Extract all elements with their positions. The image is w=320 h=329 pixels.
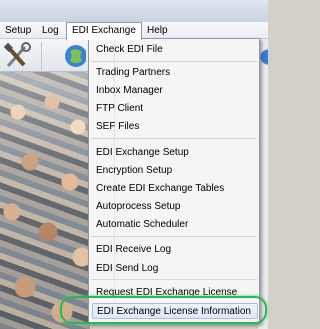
- window-top-border: [0, 0, 268, 22]
- menu-item-check-edi-file[interactable]: Check EDI File: [96, 42, 163, 58]
- menu-item-inbox-manager[interactable]: Inbox Manager: [96, 83, 163, 99]
- menu-item-ftp-client[interactable]: FTP Client: [96, 101, 143, 117]
- globe-icon: [65, 45, 87, 67]
- menu-item-request-edi-exchange-license[interactable]: Request EDI Exchange License: [96, 285, 237, 301]
- menu-separator: [91, 279, 257, 280]
- menu-separator: [91, 138, 257, 139]
- menu-help[interactable]: Help: [142, 22, 173, 39]
- menu-item-create-edi-exchange-tables[interactable]: Create EDI Exchange Tables: [96, 181, 224, 197]
- menu-edi-exchange[interactable]: EDI Exchange: [66, 22, 142, 40]
- menu-item-encryption-setup[interactable]: Encryption Setup: [96, 163, 172, 179]
- menu-item-automatic-scheduler[interactable]: Automatic Scheduler: [96, 217, 188, 233]
- menu-item-edi-send-log[interactable]: EDI Send Log: [96, 261, 158, 277]
- menu-item-edi-receive-log[interactable]: EDI Receive Log: [96, 242, 171, 258]
- menu-item-sef-files[interactable]: SEF Files: [96, 119, 139, 135]
- edi-exchange-menu: Check EDI File Trading Partners Inbox Ma…: [88, 38, 260, 324]
- menu-log[interactable]: Log: [37, 22, 64, 39]
- globe-edge-icon: [260, 47, 268, 67]
- tools-icon: [3, 42, 31, 68]
- background-photo-crowd: [0, 72, 90, 329]
- menu-item-trading-partners[interactable]: Trading Partners: [96, 65, 170, 81]
- menu-bar: Setup Log EDI Exchange Help: [0, 22, 268, 40]
- menu-separator: [91, 61, 257, 62]
- tools-button[interactable]: [2, 42, 42, 70]
- menu-item-edi-exchange-license-information[interactable]: EDI Exchange License Information: [92, 303, 258, 319]
- menu-separator: [91, 236, 257, 237]
- menu-item-autoprocess-setup[interactable]: Autoprocess Setup: [96, 199, 181, 215]
- menu-setup[interactable]: Setup: [0, 22, 36, 39]
- menu-item-edi-exchange-setup[interactable]: EDI Exchange Setup: [96, 145, 189, 161]
- globe-button[interactable]: [60, 43, 87, 69]
- toolbar: [0, 39, 90, 72]
